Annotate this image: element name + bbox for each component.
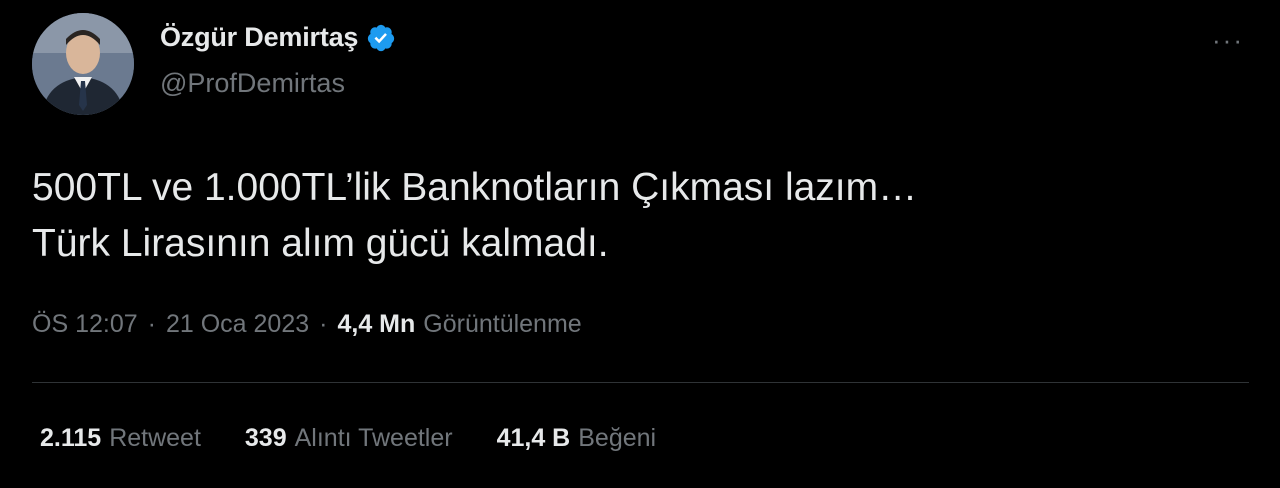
likes-label: Beğeni xyxy=(578,424,657,452)
quote-tweets-count: 339 xyxy=(244,424,287,452)
quote-tweets-stat[interactable]: 339 Alıntı Tweetler xyxy=(245,424,453,453)
avatar[interactable] xyxy=(32,13,134,115)
tweet-time[interactable]: ÖS 12:07 xyxy=(32,310,138,339)
divider xyxy=(32,382,1249,383)
quote-tweets-label: Alıntı Tweetler xyxy=(294,424,453,452)
tweet-meta: ÖS 12:07 · 21 Oca 2023 · 4,4 Mn Görüntül… xyxy=(32,310,582,339)
retweets-count: 2.115 xyxy=(40,424,102,452)
meta-separator: · xyxy=(319,310,328,338)
retweets-stat[interactable]: 2.115 Retweet xyxy=(40,424,201,453)
views-label: Görüntülenme xyxy=(423,310,582,338)
tweet-date[interactable]: 21 Oca 2023 xyxy=(166,310,309,339)
tweet-line: Türk Lirasının alım gücü kalmadı. xyxy=(32,222,609,265)
author-name[interactable]: Özgür Demirtaş xyxy=(160,22,358,53)
more-options-icon[interactable]: ··· xyxy=(1206,22,1250,58)
engagement-stats: 2.115 Retweet 339 Alıntı Tweetler 41,4 B Be… xyxy=(40,424,700,453)
avatar-image xyxy=(32,13,134,115)
views-count: 4,4 Mn xyxy=(337,310,416,338)
meta-separator: · xyxy=(147,310,156,338)
retweets-label: Retweet xyxy=(109,424,201,452)
tweet-text: 500TL ve 1.000TL’lik Banknotların Çıkmas… xyxy=(32,160,1232,272)
verified-badge-icon xyxy=(366,23,396,53)
tweet-line: 500TL ve 1.000TL’lik Banknotların Çıkmas… xyxy=(32,166,918,209)
author-handle[interactable]: @ProfDemirtas xyxy=(160,68,345,99)
likes-count: 41,4 B xyxy=(496,424,571,452)
likes-stat[interactable]: 41,4 B Beğeni xyxy=(497,424,657,453)
